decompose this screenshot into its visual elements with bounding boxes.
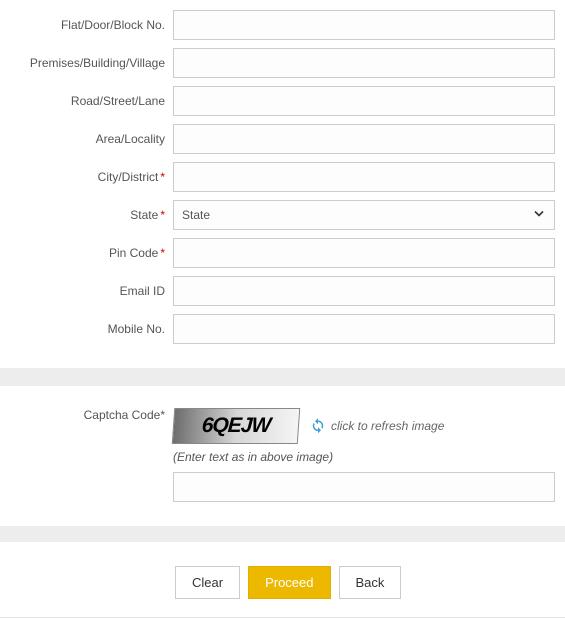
clear-button[interactable]: Clear <box>175 566 240 599</box>
back-button[interactable]: Back <box>339 566 402 599</box>
captcha-refresh-text: click to refresh image <box>331 419 444 433</box>
required-marker: * <box>160 246 165 260</box>
email-input[interactable] <box>173 276 555 306</box>
road-label: Road/Street/Lane <box>8 94 173 108</box>
proceed-button[interactable]: Proceed <box>248 566 330 599</box>
city-label: City/District* <box>8 170 173 184</box>
email-label: Email ID <box>8 284 173 298</box>
road-input[interactable] <box>173 86 555 116</box>
area-input[interactable] <box>173 124 555 154</box>
captcha-hint: (Enter text as in above image) <box>173 450 555 464</box>
premises-input[interactable] <box>173 48 555 78</box>
captcha-label: Captcha Code* <box>8 408 173 422</box>
mobile-label: Mobile No. <box>8 322 173 336</box>
refresh-icon <box>309 416 327 437</box>
flat-input[interactable] <box>173 10 555 40</box>
city-input[interactable] <box>173 162 555 192</box>
mobile-input[interactable] <box>173 314 555 344</box>
pin-label: Pin Code* <box>8 246 173 260</box>
pin-input[interactable] <box>173 238 555 268</box>
captcha-image: 6QEJW <box>172 408 301 444</box>
required-marker: * <box>160 208 165 222</box>
state-select[interactable]: State <box>173 200 555 230</box>
captcha-refresh-link[interactable]: click to refresh image <box>309 416 444 437</box>
section-separator <box>0 526 565 542</box>
required-marker: * <box>160 408 165 422</box>
state-label: State* <box>8 208 173 222</box>
required-marker: * <box>160 170 165 184</box>
flat-label: Flat/Door/Block No. <box>8 18 173 32</box>
premises-label: Premises/Building/Village <box>8 56 173 70</box>
area-label: Area/Locality <box>8 132 173 146</box>
section-separator <box>0 368 565 386</box>
captcha-input[interactable] <box>173 472 555 502</box>
